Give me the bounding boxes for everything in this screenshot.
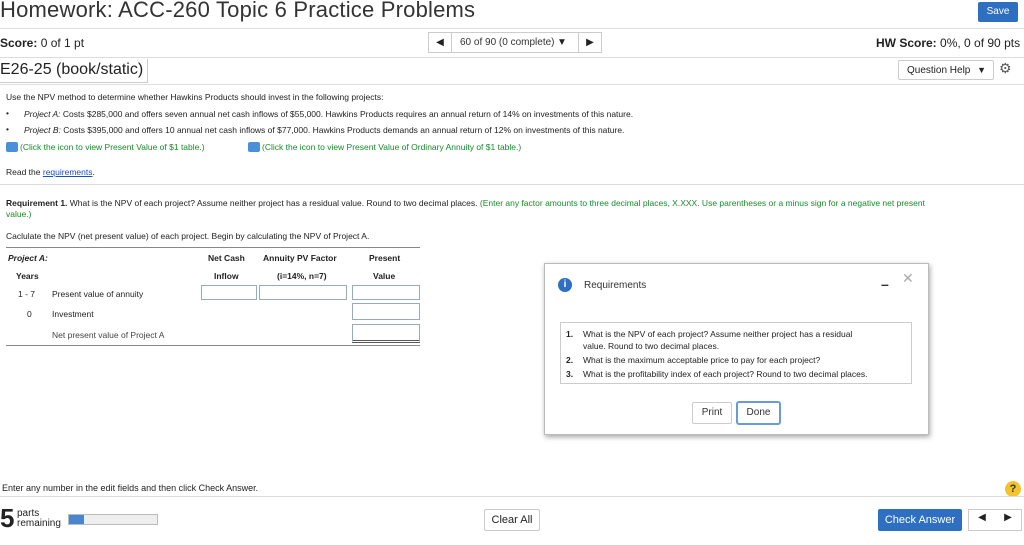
question-selector[interactable]: 60 of 90 (0 complete) — [460, 37, 555, 48]
divider — [0, 84, 1024, 85]
requirement-hint-cont: value.) — [6, 209, 32, 219]
req-num: 3. — [566, 369, 574, 379]
divider — [0, 57, 1024, 58]
clear-all-button[interactable]: Clear All — [484, 509, 540, 531]
col-header-factor: Annuity PV Factor — [263, 253, 337, 263]
question-help-button[interactable]: Question Help ▼ — [898, 60, 994, 80]
table-bottom-rule — [6, 345, 420, 346]
divider — [451, 33, 452, 52]
annuity-factor-input[interactable] — [259, 285, 347, 300]
col-header-factor-2: (i=14%, n=7) — [277, 271, 327, 281]
col-header-value: Present — [369, 253, 401, 263]
score-display: Score: 0 of 1 pt — [0, 36, 84, 50]
hw-score-display: HW Score: 0%, 0 of 90 pts — [876, 36, 1020, 50]
row-years: 1 - 7 — [18, 289, 36, 299]
pv-annuity-input[interactable] — [352, 285, 420, 300]
req-num: 2. — [566, 355, 574, 365]
requirement-line: Requirement 1. What is the NPV of each p… — [6, 198, 925, 208]
done-button[interactable]: Done — [736, 401, 781, 425]
divider — [578, 33, 579, 52]
chevron-down-icon[interactable]: ▼ — [557, 37, 567, 48]
pv-table-link[interactable]: (Click the icon to view Present Value of… — [6, 141, 205, 153]
read-suffix: . — [92, 167, 95, 177]
pva-table-link[interactable]: (Click the icon to view Present Value of… — [248, 141, 521, 153]
save-button[interactable]: Save — [978, 2, 1018, 22]
pv-table-link-text[interactable]: (Click the icon to view Present Value of… — [20, 142, 205, 152]
requirement-text: What is the NPV of each project? Assume … — [67, 198, 480, 208]
requirement-label: Requirement 1. — [6, 198, 68, 208]
parts-remaining-count: 5 — [0, 503, 15, 533]
bullet-label: Project A: — [24, 109, 61, 119]
progress-fill — [69, 515, 84, 524]
progress-bar — [68, 514, 158, 525]
chevron-down-icon: ▼ — [977, 65, 987, 75]
req-text: What is the maximum acceptable price to … — [583, 355, 821, 365]
read-requirements: Read the requirements. — [6, 167, 95, 177]
hw-score-value: 0%, 0 of 90 pts — [936, 36, 1021, 50]
bullet-icon: • — [6, 108, 9, 118]
req-num: 1. — [566, 329, 574, 339]
score-label: Score: — [0, 36, 38, 50]
gear-icon[interactable]: ⚙ — [999, 60, 1012, 77]
req-text-cont: value. Round to two decimal places. — [583, 341, 720, 351]
col-header-cash: Net Cash — [208, 253, 245, 263]
book-icon[interactable] — [248, 141, 260, 152]
investment-input[interactable] — [352, 303, 420, 320]
prev-question-icon[interactable]: ◀ — [430, 34, 450, 51]
check-answer-button[interactable]: Check Answer — [878, 509, 962, 531]
close-icon[interactable]: ✕ — [902, 270, 914, 287]
col-header-years: Years — [16, 271, 39, 281]
divider — [0, 184, 1024, 185]
divider — [0, 28, 1024, 29]
net-cash-inflow-input[interactable] — [201, 285, 257, 300]
info-icon: i — [558, 278, 572, 292]
hw-score-label: HW Score: — [876, 36, 937, 50]
divider — [0, 496, 1024, 497]
row-label: Present value of annuity — [52, 289, 144, 299]
bullet-text: Costs $395,000 and offers 10 annual net … — [60, 125, 625, 135]
problem-id: E26-25 (book/static) — [0, 59, 149, 83]
question-help-label: Question Help — [907, 65, 971, 76]
instruction-text: Caclulate the NPV (net present value) of… — [6, 231, 370, 241]
table-project-label: Project A: — [8, 253, 48, 263]
parts-label: parts remaining — [17, 509, 61, 529]
npv-input[interactable] — [352, 324, 420, 343]
row-label: Net present value of Project A — [52, 330, 165, 340]
col-header-cash-2: Inflow — [214, 271, 239, 281]
book-icon[interactable] — [6, 141, 18, 152]
prev-part-icon[interactable]: ◀ — [972, 512, 992, 523]
row-years: 0 — [27, 309, 32, 319]
score-value: 0 of 1 pt — [37, 36, 85, 50]
parts-label-line2: remaining — [17, 518, 61, 529]
bullet-project-b: Project B: Costs $395,000 and offers 10 … — [24, 125, 624, 135]
help-icon[interactable]: ? — [1005, 481, 1021, 497]
bullet-icon: • — [6, 124, 9, 134]
read-prefix: Read the — [6, 167, 43, 177]
bullet-label: Project B: — [24, 125, 61, 135]
pva-table-link-text[interactable]: (Click the icon to view Present Value of… — [262, 142, 521, 152]
minimize-icon[interactable]: – — [881, 276, 889, 292]
next-question-icon[interactable]: ▶ — [580, 34, 600, 51]
row-label: Investment — [52, 309, 94, 319]
table-top-rule — [6, 247, 420, 248]
next-part-icon[interactable]: ▶ — [998, 512, 1018, 523]
question-intro: Use the NPV method to determine whether … — [6, 92, 384, 102]
bullet-project-a: Project A: Costs $285,000 and offers sev… — [24, 109, 633, 119]
bullet-text: Costs $285,000 and offers seven annual n… — [60, 109, 634, 119]
col-header-value-2: Value — [373, 271, 396, 281]
footer-instruction: Enter any number in the edit fields and … — [2, 483, 259, 493]
dialog-title: Requirements — [584, 280, 647, 291]
req-text: What is the profitability index of each … — [583, 369, 868, 379]
requirement-hint: (Enter any factor amounts to three decim… — [479, 198, 925, 208]
page-title: Homework: ACC-260 Topic 6 Practice Probl… — [0, 0, 476, 22]
print-button[interactable]: Print — [692, 402, 732, 424]
req-text: What is the NPV of each project? Assume … — [583, 329, 853, 339]
requirements-link[interactable]: requirements — [43, 167, 93, 177]
